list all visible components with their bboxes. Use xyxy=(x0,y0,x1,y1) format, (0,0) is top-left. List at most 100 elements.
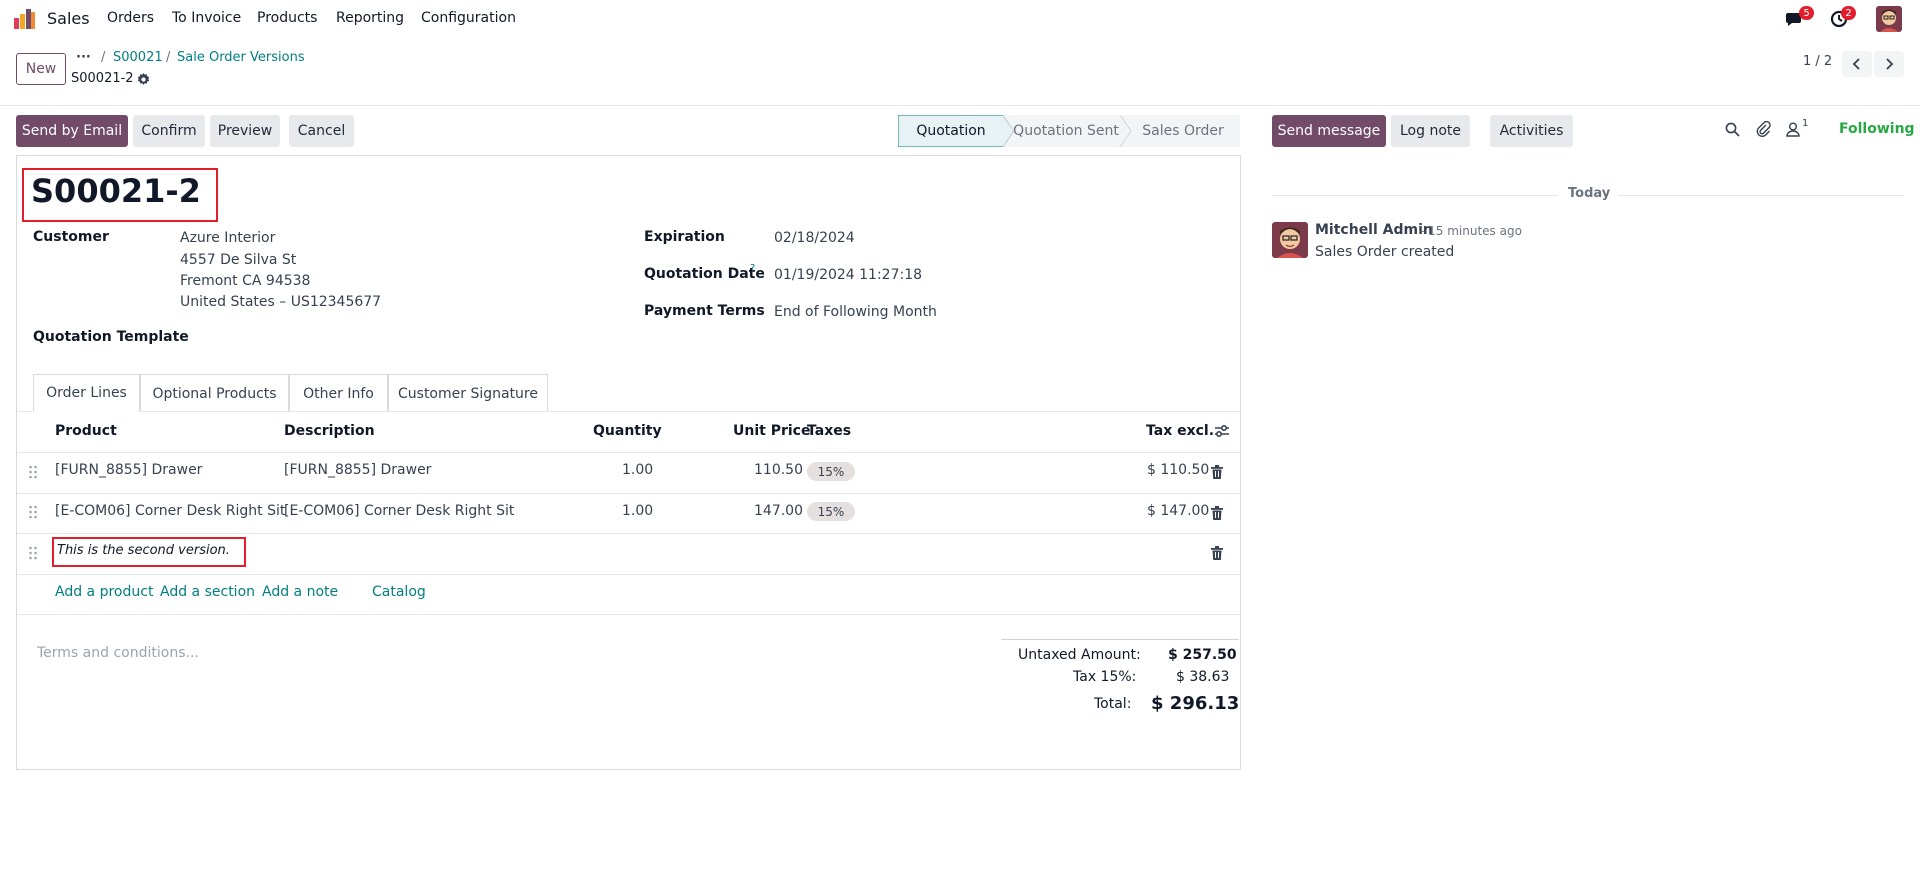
menu-products[interactable]: Products xyxy=(257,10,317,26)
expiration-value[interactable]: 02/18/2024 xyxy=(774,230,855,246)
row-unit-price[interactable]: 110.50 xyxy=(754,462,803,478)
column-product[interactable]: Product xyxy=(55,423,117,439)
cancel-button[interactable]: Cancel xyxy=(289,115,354,147)
message-body: Sales Order created xyxy=(1315,244,1455,260)
record-name: S00021-2 xyxy=(71,71,134,86)
row-subtotal: $ 147.00 xyxy=(1147,503,1210,519)
user-avatar-icon[interactable] xyxy=(1876,6,1902,32)
row-product[interactable]: [E-COM06] Corner Desk Right Sit xyxy=(55,503,285,519)
send-by-email-button[interactable]: Send by Email xyxy=(16,115,128,147)
untaxed-amount-value: $ 257.50 xyxy=(1168,647,1237,663)
quotation-date-value[interactable]: 01/19/2024 11:27:18 xyxy=(774,267,922,283)
add-note-link[interactable]: Add a note xyxy=(262,584,338,600)
trash-icon[interactable] xyxy=(1211,546,1223,560)
send-message-button[interactable]: Send message xyxy=(1272,115,1386,147)
add-product-link[interactable]: Add a product xyxy=(55,584,153,600)
preview-button[interactable]: Preview xyxy=(210,115,280,147)
catalog-button[interactable]: Catalog xyxy=(372,584,426,600)
quotation-template-field[interactable] xyxy=(180,326,590,350)
menu-to-invoice[interactable]: To Invoice xyxy=(172,10,241,26)
followers-icon[interactable] xyxy=(1786,122,1800,137)
customer-name[interactable]: Azure Interior xyxy=(180,230,275,246)
payment-terms-value[interactable]: End of Following Month xyxy=(774,304,937,320)
tab-customer-signature[interactable]: Customer Signature xyxy=(388,374,548,412)
top-navbar: Sales Orders To Invoice Products Reporti… xyxy=(0,0,1920,38)
activities-badge: 2 xyxy=(1841,6,1856,20)
new-button[interactable]: New xyxy=(16,53,66,85)
status-quotation-sent[interactable]: Quotation Sent xyxy=(1012,115,1120,147)
table-bottom-border xyxy=(17,614,1240,615)
terms-input[interactable]: Terms and conditions... xyxy=(37,645,199,661)
menu-orders[interactable]: Orders xyxy=(107,10,154,26)
sales-app-icon[interactable] xyxy=(14,9,36,29)
drag-handle-icon[interactable] xyxy=(28,546,38,560)
customer-country: United States – US12345677 xyxy=(180,294,382,310)
column-settings-icon[interactable] xyxy=(1214,424,1230,438)
row-quantity[interactable]: 1.00 xyxy=(622,462,653,478)
breadcrumb-s00021[interactable]: S00021 xyxy=(113,50,163,65)
column-taxes[interactable]: Taxes xyxy=(807,423,851,439)
activities-button[interactable]: Activities xyxy=(1490,115,1573,147)
status-sales-order[interactable]: Sales Order xyxy=(1128,115,1238,147)
following-button[interactable]: Following xyxy=(1839,121,1915,137)
tax-badge[interactable]: 15% xyxy=(807,462,855,481)
control-panel: New ··· / S00021 / Sale Order Versions S… xyxy=(0,38,1920,106)
column-tax-excl[interactable]: Tax excl. xyxy=(1146,423,1214,439)
table-top-border xyxy=(17,411,1240,412)
message-author[interactable]: Mitchell Admin xyxy=(1315,222,1433,238)
confirm-button[interactable]: Confirm xyxy=(133,115,205,147)
date-separator: Today xyxy=(1568,186,1611,201)
tax-value: $ 38.63 xyxy=(1176,669,1230,685)
quotation-template-label: Quotation Template xyxy=(33,329,189,345)
trash-icon[interactable] xyxy=(1211,506,1223,520)
pager-previous-button[interactable] xyxy=(1842,51,1872,77)
customer-city: Fremont CA 94538 xyxy=(180,273,311,289)
app-name[interactable]: Sales xyxy=(47,9,90,28)
breadcrumb-sale-order-versions[interactable]: Sale Order Versions xyxy=(177,50,305,65)
breadcrumb-separator: / xyxy=(166,50,171,65)
order-title[interactable]: S00021-2 xyxy=(31,172,201,210)
column-description[interactable]: Description xyxy=(284,423,375,439)
drag-handle-icon[interactable] xyxy=(28,465,38,479)
search-icon[interactable] xyxy=(1725,122,1740,137)
row-description[interactable]: [E-COM06] Corner Desk Right Sit xyxy=(284,503,514,519)
status-quotation[interactable]: Quotation xyxy=(898,115,1004,147)
log-note-button[interactable]: Log note xyxy=(1391,115,1470,147)
tab-optional-products[interactable]: Optional Products xyxy=(140,374,289,412)
pager-next-button[interactable] xyxy=(1874,51,1904,77)
date-separator-line xyxy=(1618,195,1904,196)
menu-reporting[interactable]: Reporting xyxy=(336,10,404,26)
author-avatar[interactable] xyxy=(1272,222,1308,258)
tab-other-info[interactable]: Other Info xyxy=(289,374,388,412)
total-value: $ 296.13 xyxy=(1151,693,1240,714)
chevron-left-icon xyxy=(1852,58,1860,70)
column-quantity[interactable]: Quantity xyxy=(593,423,662,439)
row-divider xyxy=(17,574,1240,575)
total-label: Total: xyxy=(1094,696,1132,712)
add-section-link[interactable]: Add a section xyxy=(160,584,255,600)
untaxed-amount-label: Untaxed Amount: xyxy=(1018,647,1141,663)
column-unit-price[interactable]: Unit Price xyxy=(733,423,810,439)
expiration-label: Expiration xyxy=(644,229,725,245)
payment-terms-label: Payment Terms xyxy=(644,303,765,319)
note-text[interactable]: This is the second version. xyxy=(57,543,230,558)
message-time: - 15 minutes ago xyxy=(1420,224,1522,238)
row-product[interactable]: [FURN_8855] Drawer xyxy=(55,462,202,478)
breadcrumb-more-icon[interactable]: ··· xyxy=(76,50,91,65)
gear-icon[interactable] xyxy=(137,73,150,86)
drag-handle-icon[interactable] xyxy=(28,505,38,519)
pager-value[interactable]: 1 / 2 xyxy=(1803,54,1832,69)
messages-badge: 5 xyxy=(1799,6,1814,20)
help-tooltip-icon[interactable]: ? xyxy=(750,263,755,274)
tab-order-lines[interactable]: Order Lines xyxy=(33,374,140,412)
trash-icon[interactable] xyxy=(1211,465,1223,479)
paperclip-icon[interactable] xyxy=(1756,121,1771,137)
followers-count: 1 xyxy=(1802,118,1809,129)
chevron-right-icon xyxy=(1886,58,1894,70)
date-separator-line xyxy=(1272,195,1558,196)
row-unit-price[interactable]: 147.00 xyxy=(754,503,803,519)
row-description[interactable]: [FURN_8855] Drawer xyxy=(284,462,431,478)
menu-configuration[interactable]: Configuration xyxy=(421,10,516,26)
row-quantity[interactable]: 1.00 xyxy=(622,503,653,519)
tax-badge[interactable]: 15% xyxy=(807,502,855,521)
